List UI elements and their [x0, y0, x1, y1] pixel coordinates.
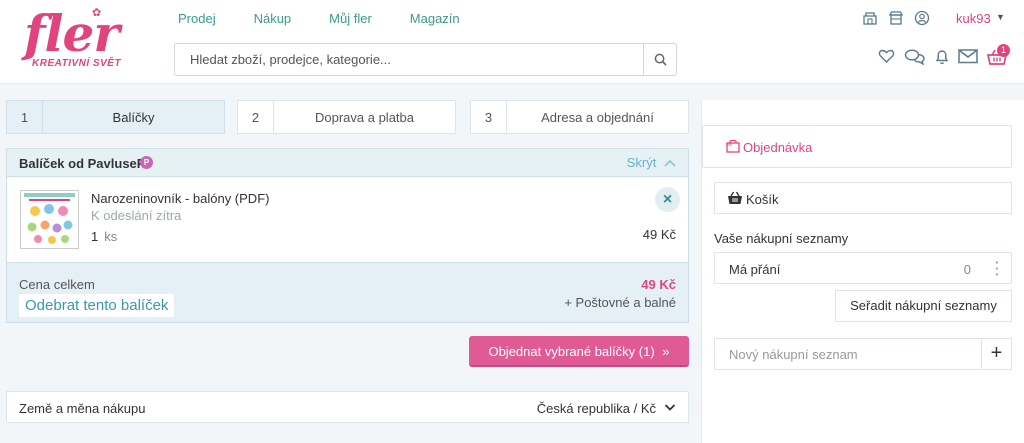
header: fler ✿ KREATIVNÍ SVĚT Prodej Nákup Můj f…: [0, 0, 1024, 84]
search-icon: [654, 53, 667, 66]
bell-icon[interactable]: [934, 48, 950, 68]
step-label: Doprava a platba: [314, 109, 414, 125]
product-name[interactable]: Narozeninovník - balóny (PDF): [91, 191, 269, 206]
step-address[interactable]: 3 Adresa a objednání: [470, 100, 689, 134]
double-chevron-right-icon: »: [662, 344, 670, 359]
top-icons: [862, 10, 930, 26]
lists-heading: Vaše nákupní seznamy: [714, 231, 849, 246]
tab-order-label: Objednávka: [743, 140, 813, 155]
sort-lists-button[interactable]: Seřadit nákupní seznamy: [835, 290, 1012, 322]
cart-count-badge: 1: [997, 44, 1010, 57]
item-price: 49 Kč: [642, 227, 676, 242]
seller-badge: P: [140, 156, 153, 169]
add-list-button[interactable]: +: [981, 339, 1011, 369]
logo-text: fler: [24, 4, 120, 63]
sidebar: Objednávka Košík Vaše nákupní seznamy Má…: [701, 100, 1024, 443]
step-number: 1: [7, 101, 43, 133]
step-shipping[interactable]: 2 Doprava a platba: [237, 100, 456, 134]
step-label: Adresa a objednání: [541, 109, 654, 125]
shopping-list-item[interactable]: Má přání 0 · · ·: [714, 252, 1012, 284]
search-input[interactable]: [175, 44, 643, 75]
cart-label: Košík: [746, 192, 779, 207]
quantity-unit: ks: [104, 229, 118, 244]
heart-icon[interactable]: [878, 48, 895, 67]
cart-button[interactable]: Košík: [714, 182, 1012, 214]
bee-icon: ✿: [92, 7, 102, 19]
bag-icon: [726, 139, 740, 153]
nav-nakup[interactable]: Nákup: [254, 11, 292, 26]
username-link[interactable]: kuk93: [956, 11, 991, 26]
logo-tagline: KREATIVNÍ SVĚT: [32, 58, 122, 69]
country-currency-select[interactable]: Země a měna nákupu Česká republika / Kč: [6, 391, 689, 423]
search-button[interactable]: [643, 44, 676, 75]
chat-icon[interactable]: [904, 48, 926, 68]
step-label: Balíčky: [112, 109, 155, 125]
list-name: Má přání: [729, 262, 781, 277]
total-value: 49 Kč: [641, 277, 676, 292]
list-count: 0: [963, 262, 971, 277]
total-label: Cena celkem: [19, 277, 95, 292]
nav-muj-fler[interactable]: Můj fler: [329, 11, 372, 26]
fler-logo[interactable]: fler ✿ KREATIVNÍ SVĚT: [10, 4, 122, 74]
shop-icon[interactable]: [862, 10, 878, 26]
main-nav: Prodej Nákup Můj fler Magazín: [178, 11, 498, 26]
postage-note: + Poštovné a balné: [564, 295, 676, 310]
package-footer: Cena celkem 49 Kč Odebrat tento balíček …: [7, 262, 688, 322]
country-label: Země a měna nákupu: [19, 401, 146, 416]
shipping-note: K odeslání zítra: [91, 208, 182, 223]
hide-toggle[interactable]: Skrýt: [627, 155, 676, 170]
step-packages[interactable]: 1 Balíčky: [6, 100, 225, 134]
kebab-menu-icon[interactable]: · · ·: [995, 256, 999, 281]
hide-label: Skrýt: [626, 155, 657, 170]
remove-package-button[interactable]: Odebrat tento balíček: [19, 294, 175, 317]
package-title[interactable]: Balíček od PavluseP: [19, 156, 145, 171]
product-thumbnail[interactable]: [20, 190, 79, 249]
package-item: Narozeninovník - balóny (PDF) K odeslání…: [7, 177, 688, 262]
order-button-label: Objednat vybrané balíčky (1): [488, 344, 655, 359]
tab-order[interactable]: Objednávka: [702, 125, 1012, 168]
mail-icon[interactable]: [958, 48, 978, 67]
step-number: 3: [471, 101, 507, 133]
search-box: [174, 43, 677, 76]
chevron-down-icon: [664, 404, 676, 411]
remove-item-button[interactable]: ×: [655, 187, 680, 212]
chevron-up-icon: [664, 159, 676, 167]
store-icon[interactable]: [888, 10, 904, 26]
quantity-value: 1: [91, 229, 99, 244]
new-list-input[interactable]: [715, 339, 985, 369]
order-selected-button[interactable]: Objednat vybrané balíčky (1) »: [469, 336, 689, 367]
package-card: Balíček od PavluseP P Skrýt Narozeninovn…: [6, 148, 689, 323]
step-number: 2: [238, 101, 274, 133]
nav-magazin[interactable]: Magazín: [410, 11, 460, 26]
country-value: Česká republika / Kč: [536, 401, 656, 416]
user-icon[interactable]: [914, 10, 930, 26]
nav-prodej[interactable]: Prodej: [178, 11, 216, 26]
new-list-form: +: [714, 338, 1012, 370]
chevron-down-icon[interactable]: ▼: [996, 12, 1005, 22]
basket-icon: [728, 191, 742, 204]
quantity: 1 ks: [91, 229, 117, 244]
package-header: Balíček od PavluseP P Skrýt: [7, 149, 688, 177]
